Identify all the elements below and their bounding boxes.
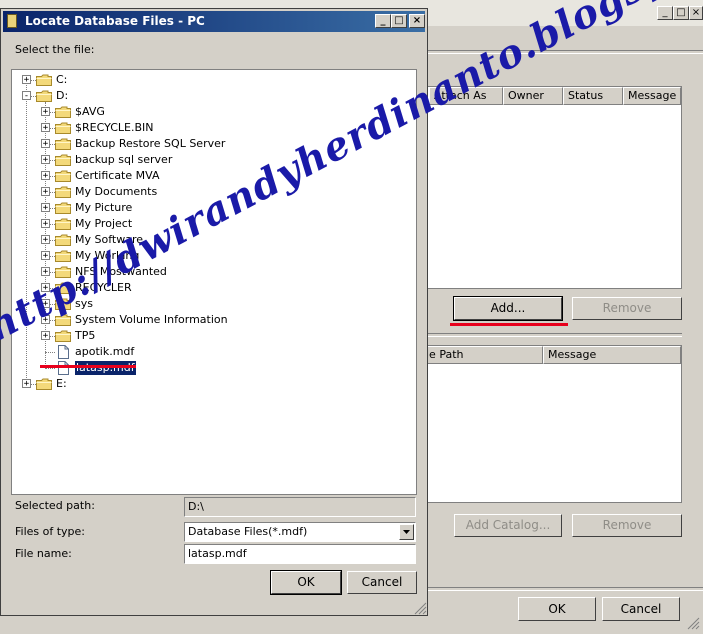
maximize-icon[interactable]: □ [673,6,689,20]
maximize-icon[interactable]: □ [391,14,407,28]
tree-node-label: Backup Restore SQL Server [75,137,226,150]
folder-icon [55,170,71,182]
file-name-label: File name: [15,547,72,560]
database-icon [7,14,17,28]
folder-icon [55,154,71,166]
tree-node-label: backup sql server [75,153,173,166]
expand-icon[interactable]: + [41,123,50,133]
tree-node-label: My Picture [75,201,133,214]
divider [420,587,703,591]
expand-icon[interactable]: + [41,107,50,117]
expand-icon[interactable]: + [41,219,50,229]
select-file-label: Select the file: [15,43,95,56]
expand-icon[interactable]: + [41,235,50,245]
divider [420,333,682,337]
ok-button[interactable]: OK [518,597,596,621]
folder-icon [55,138,71,150]
tree-node[interactable]: + TP5 [12,328,412,344]
tree-node-label: My Documents [75,185,158,198]
tree-node[interactable]: + E: [12,376,412,392]
dialog-title-bar: Locate Database Files - PC _ □ × [3,11,425,32]
folder-icon [55,186,71,198]
dropdown-arrow-icon[interactable] [399,524,414,540]
drive-icon [36,378,52,390]
folder-icon [55,122,71,134]
tree-node-label: $RECYCLE.BIN [75,121,154,134]
expand-icon[interactable]: + [41,203,50,213]
selected-path-label: Selected path: [15,499,95,512]
column-header-message[interactable]: Message [623,87,681,105]
expand-icon[interactable]: + [41,187,50,197]
details-grid[interactable]: le Path Message [420,345,682,503]
folder-icon [55,106,71,118]
expand-icon[interactable]: + [41,331,50,341]
size-grip-icon[interactable] [686,616,700,630]
column-header-status[interactable]: Status [563,87,623,105]
tree-node-label: System Volume Information [75,313,228,326]
selected-path-field: D:\ [184,497,416,517]
remove-button[interactable]: Remove [572,297,682,320]
file-icon [58,345,69,359]
tree-node-label: $AVG [75,105,105,118]
folder-icon [55,250,71,262]
files-of-type-select[interactable]: Database Files(*.mdf) [184,522,416,542]
annotation-underline [450,323,568,326]
expand-icon[interactable]: + [22,75,31,85]
file-icon [58,361,69,375]
expand-icon[interactable]: + [41,139,50,149]
minimize-icon[interactable]: _ [657,6,673,20]
column-header-owner[interactable]: Owner [503,87,563,105]
annotation-underline [40,365,136,368]
tree-node[interactable]: + System Volume Information [12,312,412,328]
tree-node[interactable]: + Certificate MVA [12,168,412,184]
dialog-cancel-button[interactable]: Cancel [347,571,417,594]
tree-node[interactable]: apotik.mdf [12,344,412,360]
tree-node[interactable]: latasp.mdf [12,360,412,376]
size-grip-icon[interactable] [413,601,427,615]
expand-icon[interactable]: + [22,379,31,389]
expand-icon[interactable]: + [41,251,50,261]
tree-node-label: My Project [75,217,133,230]
tree-node[interactable]: + C: [12,72,412,88]
expand-icon[interactable]: + [41,155,50,165]
tree-node-label: D: [56,89,69,102]
folder-icon [55,330,71,342]
close-icon[interactable]: × [689,6,703,20]
expand-icon[interactable]: + [41,171,50,181]
file-name-input[interactable]: latasp.mdf [184,544,416,564]
files-of-type-label: Files of type: [15,525,86,538]
column-header-message[interactable]: Message [543,346,681,364]
tree-node-label: latasp.mdf [75,361,136,375]
dialog-ok-button[interactable]: OK [270,570,342,595]
cancel-button[interactable]: Cancel [602,597,680,621]
minimize-icon[interactable]: _ [375,14,391,28]
add-button[interactable]: Add... [453,296,563,321]
collapse-icon[interactable]: - [22,91,31,101]
drive-icon [36,90,52,102]
folder-icon [55,234,71,246]
column-header-file-path[interactable]: le Path [421,346,543,364]
close-icon[interactable]: × [409,14,425,28]
folder-icon [55,218,71,230]
tree-connector [45,352,55,353]
add-catalog-button[interactable]: Add Catalog... [454,514,562,537]
tree-node-label: C: [56,73,68,86]
tree-node-label: Certificate MVA [75,169,160,182]
tree-connector [45,368,55,369]
tree-node-label: TP5 [75,329,96,342]
tree-node[interactable]: - D: [12,88,412,104]
remove-catalog-button[interactable]: Remove [572,514,682,537]
folder-icon [55,202,71,214]
tree-node-label: E: [56,377,67,390]
files-of-type-value: Database Files(*.mdf) [188,525,308,538]
databases-grid[interactable]: Attach As Owner Status Message [420,86,682,289]
drive-icon [36,74,52,86]
dialog-title: Locate Database Files - PC [25,14,205,28]
tree-node-label: apotik.mdf [75,345,135,358]
